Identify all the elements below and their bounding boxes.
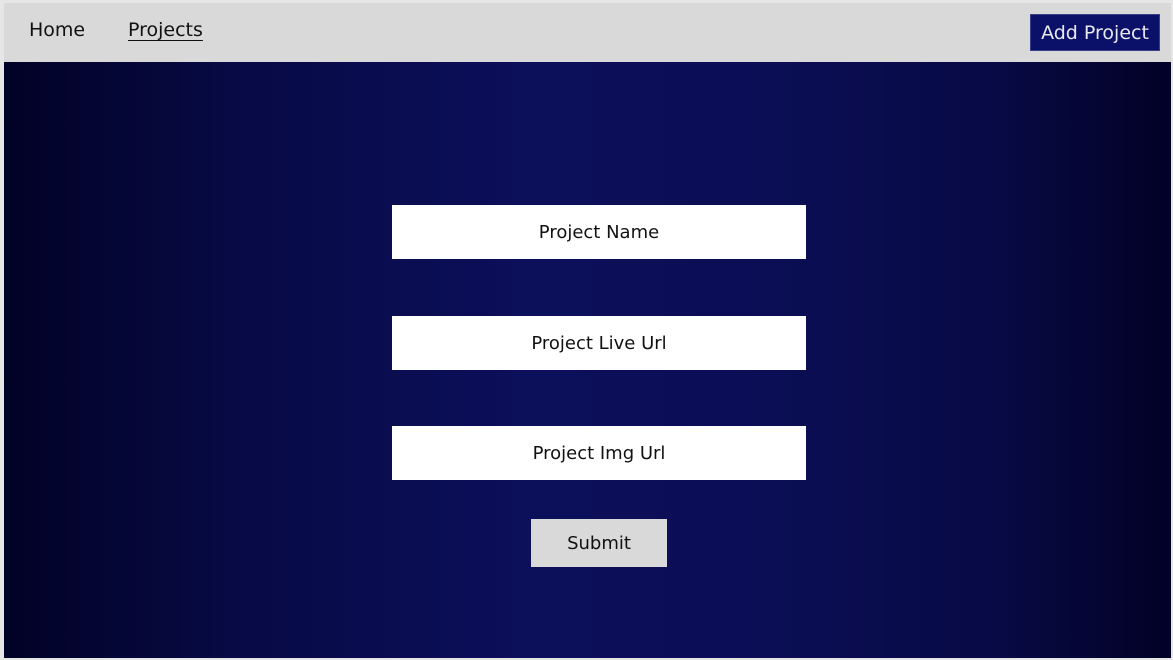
- project-live-url-input[interactable]: [392, 316, 806, 370]
- nav-home-link[interactable]: Home: [29, 19, 85, 41]
- add-project-form-area: Submit: [4, 62, 1171, 658]
- project-img-url-input[interactable]: [392, 426, 806, 480]
- project-name-input[interactable]: [392, 205, 806, 259]
- app-frame: Home Projects Add Project Submit: [4, 3, 1171, 658]
- submit-button[interactable]: Submit: [531, 519, 667, 567]
- top-nav-bar: Home Projects Add Project: [4, 3, 1171, 62]
- add-project-button[interactable]: Add Project: [1030, 14, 1160, 51]
- nav-projects-link[interactable]: Projects: [128, 19, 203, 41]
